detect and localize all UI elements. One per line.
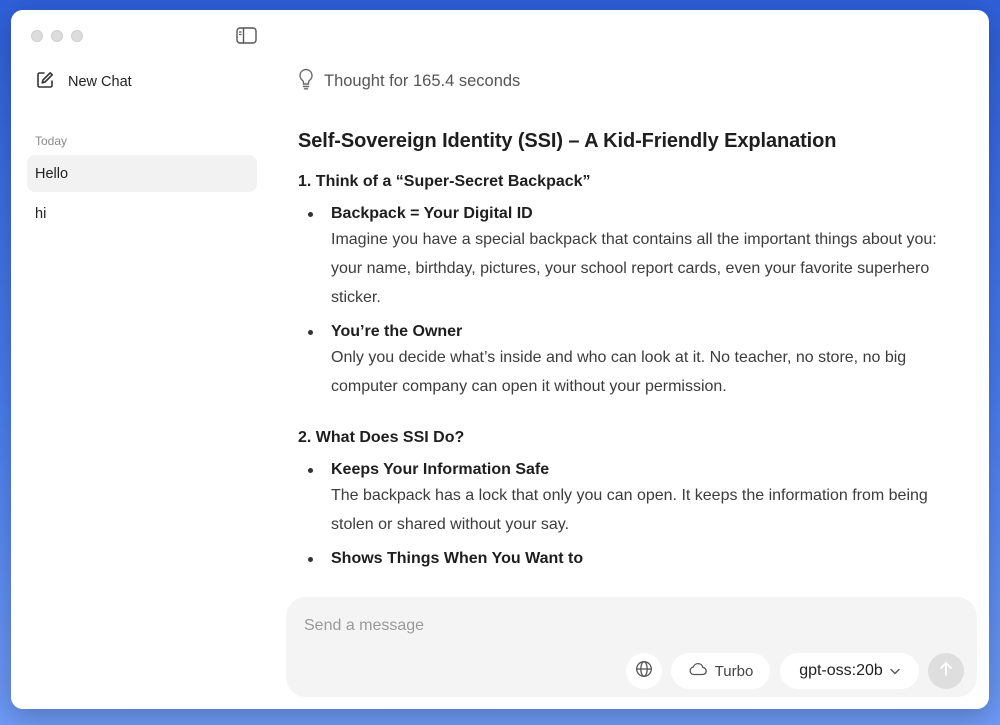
sidebar-toggle-icon[interactable] (236, 27, 257, 44)
close-window-button[interactable] (31, 30, 43, 42)
web-search-button[interactable] (626, 653, 662, 689)
thought-duration: Thought for 165.4 seconds (324, 71, 521, 90)
bullet-body: Only you decide what’s inside and who ca… (331, 349, 907, 395)
window-controls (31, 30, 83, 42)
section-heading-2: 2. What Does SSI Do? (298, 429, 465, 446)
main-panel: Thought for 165.4 seconds Self-Sovereign… (269, 10, 989, 709)
sidebar: New Chat Today Hello hi (11, 10, 269, 709)
bullet-body: The backpack has a lock that only you ca… (331, 487, 928, 533)
chevron-down-icon (890, 662, 900, 680)
section-1-list: Backpack = Your Digital ID Imagine you h… (298, 203, 963, 401)
assistant-message: Thought for 165.4 seconds Self-Sovereign… (298, 68, 963, 579)
globe-icon (635, 660, 653, 682)
section-2-list: Keeps Your Information Safe The backpack… (298, 459, 963, 570)
list-item: Shows Things When You Want to (298, 548, 963, 570)
minimize-window-button[interactable] (51, 30, 63, 42)
lightbulb-icon (298, 68, 314, 95)
app-window: New Chat Today Hello hi Thought for 165.… (11, 10, 989, 709)
bullet-body: Imagine you have a special backpack that… (331, 231, 937, 306)
new-chat-button[interactable]: New Chat (27, 68, 140, 96)
turbo-label: Turbo (714, 662, 754, 680)
arrow-up-icon (939, 661, 953, 682)
section-label-today: Today (35, 134, 68, 148)
chat-item-hi[interactable]: hi (27, 195, 257, 232)
thought-toggle[interactable]: Thought for 165.4 seconds (298, 68, 963, 94)
list-item: Keeps Your Information Safe The backpack… (298, 459, 963, 539)
bullet-heading: Keeps Your Information Safe (331, 461, 550, 478)
turbo-toggle[interactable]: Turbo (671, 653, 770, 689)
bullet-heading: Backpack = Your Digital ID (331, 205, 533, 222)
chat-item-hello[interactable]: Hello (27, 155, 257, 192)
message-composer: Turbo gpt-oss:20b (286, 597, 977, 697)
section-heading-1: 1. Think of a “Super-Secret Backpack” (298, 173, 591, 190)
send-button[interactable] (928, 653, 964, 689)
compose-icon (35, 70, 55, 95)
bullet-heading: Shows Things When You Want to (331, 550, 584, 567)
new-chat-label: New Chat (68, 74, 132, 90)
article-title: Self-Sovereign Identity (SSI) – A Kid-Fr… (298, 130, 837, 152)
model-label: gpt-oss:20b (799, 662, 883, 679)
bullet-heading: You’re the Owner (331, 323, 463, 340)
message-input[interactable] (304, 611, 944, 641)
zoom-window-button[interactable] (71, 30, 83, 42)
list-item: Backpack = Your Digital ID Imagine you h… (298, 203, 963, 312)
cloud-icon (688, 662, 708, 680)
model-selector[interactable]: gpt-oss:20b (780, 653, 919, 689)
chat-list: Hello hi (27, 155, 257, 235)
list-item: You’re the Owner Only you decide what’s … (298, 321, 963, 401)
